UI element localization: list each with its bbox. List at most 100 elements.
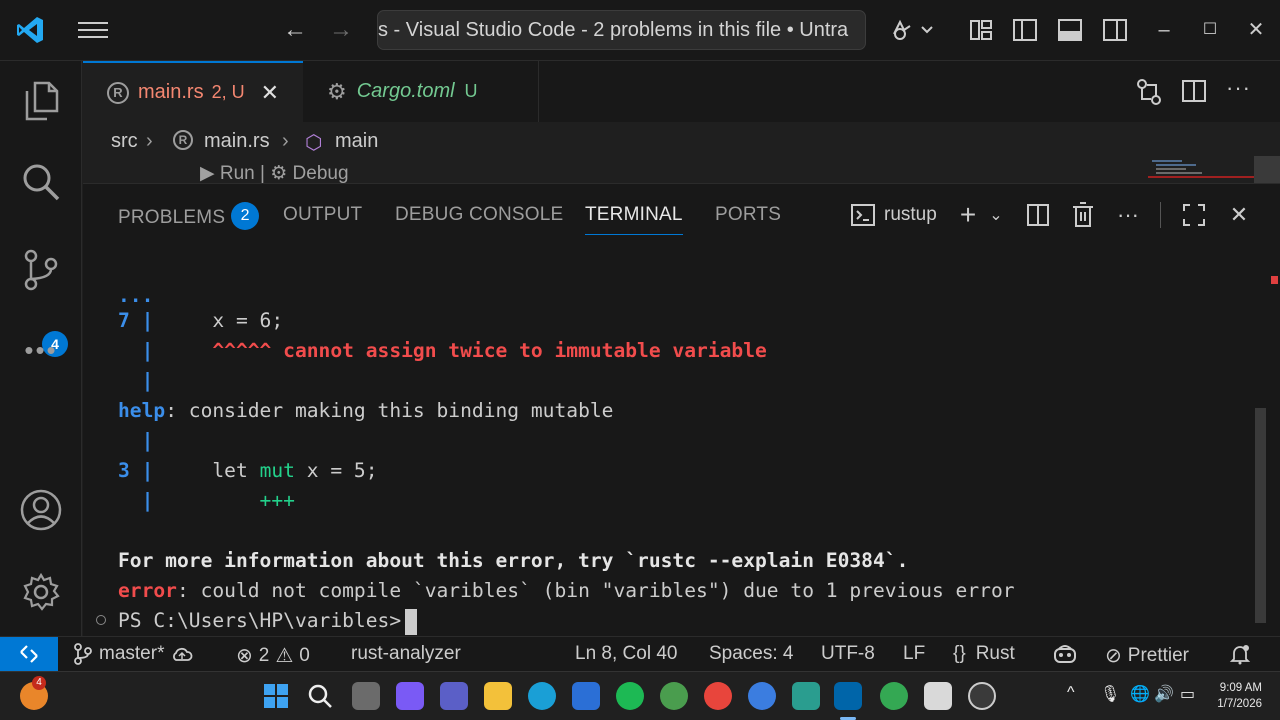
- window-title: s - Visual Studio Code - 2 problems in t…: [378, 19, 849, 41]
- kill-terminal-icon[interactable]: [1069, 200, 1097, 230]
- breadcrumb: src › R main.rs › ⬡ main: [83, 122, 1280, 160]
- volume-icon[interactable]: 🔊: [1154, 684, 1174, 704]
- clock-date: 1/7/2026: [1217, 698, 1262, 710]
- chrome-profile-2-icon[interactable]: [748, 682, 776, 710]
- terminal-cursor: [405, 608, 418, 635]
- toggle-panel-icon[interactable]: [1055, 14, 1085, 46]
- code-text: let: [153, 459, 260, 482]
- tab-ports[interactable]: PORTS: [715, 204, 781, 226]
- tab-problems[interactable]: PROBLEMS 2: [118, 202, 260, 232]
- suggestion-marker: +++: [153, 489, 295, 512]
- snipping-tool-icon[interactable]: [924, 682, 952, 710]
- codelens-run[interactable]: ▶ Run: [200, 163, 255, 184]
- error-label: error: [118, 579, 177, 602]
- close-window-icon[interactable]: ✕: [1241, 16, 1271, 44]
- indentation-status[interactable]: Spaces: 4: [709, 643, 794, 665]
- branch-status[interactable]: master*: [73, 643, 194, 665]
- windows-taskbar: 4 ^ 🎙 🌐 🔊 ▭ 9:09 AM 1/7/2026: [0, 671, 1280, 720]
- clock-time: 9:09 AM: [1219, 682, 1262, 694]
- teams-icon[interactable]: [440, 682, 468, 710]
- close-panel-icon[interactable]: ✕: [1226, 200, 1252, 230]
- maximize-icon[interactable]: ☐: [1195, 16, 1225, 44]
- more-actions-icon[interactable]: ···: [1226, 75, 1251, 101]
- tab-cargo-toml[interactable]: ⚙ Cargo.toml U: [303, 61, 539, 122]
- customize-layout-icon[interactable]: [966, 14, 996, 46]
- problems-status[interactable]: ⊗ 2 ⚠ 0: [236, 643, 310, 668]
- taskbar-search-icon[interactable]: [306, 682, 334, 710]
- more-actions-icon[interactable]: ···: [1113, 200, 1143, 230]
- microphone-icon[interactable]: 🎙: [1100, 684, 1120, 704]
- vscode-taskbar-icon[interactable]: [834, 682, 862, 710]
- tab-terminal[interactable]: TERMINAL: [585, 204, 683, 235]
- eol-status[interactable]: LF: [903, 643, 925, 665]
- breadcrumb-item-src[interactable]: src: [111, 130, 138, 153]
- obs-icon[interactable]: [968, 682, 996, 710]
- rust-analyzer-status[interactable]: rust-analyzer: [351, 643, 461, 665]
- breadcrumb-item-file[interactable]: main.rs: [204, 130, 270, 153]
- terminal-selector[interactable]: rustup: [850, 200, 948, 230]
- maximize-panel-icon[interactable]: [1180, 200, 1208, 230]
- copilot-app-icon[interactable]: [396, 682, 424, 710]
- suggestion-keyword: mut: [259, 459, 295, 482]
- language-mode[interactable]: {} Rust: [953, 643, 1015, 665]
- gutter-bar: |: [118, 369, 154, 392]
- command-decoration-icon[interactable]: [96, 615, 106, 625]
- search-icon[interactable]: [17, 158, 65, 206]
- git-app-icon[interactable]: [792, 682, 820, 710]
- chrome-profile-3-icon[interactable]: [880, 682, 908, 710]
- notifications-bell-icon[interactable]: [1229, 643, 1251, 665]
- source-control-icon[interactable]: [17, 246, 65, 294]
- chevron-down-icon[interactable]: ⌄: [986, 200, 1006, 230]
- manage-gear-icon[interactable]: [17, 568, 65, 616]
- language-name: Rust: [975, 643, 1015, 664]
- toggle-primary-sidebar-icon[interactable]: [1010, 14, 1040, 46]
- more-icon[interactable]: •••: [17, 326, 65, 374]
- split-editor-icon[interactable]: [1181, 79, 1207, 108]
- cursor-position[interactable]: Ln 8, Col 40: [575, 643, 677, 665]
- remote-indicator-icon[interactable]: [0, 637, 58, 671]
- tab-debug-console[interactable]: DEBUG CONSOLE: [395, 204, 563, 226]
- minimize-icon[interactable]: –: [1149, 16, 1179, 44]
- split-terminal-icon[interactable]: [1024, 200, 1052, 230]
- forward-arrow-icon[interactable]: →: [327, 16, 355, 44]
- tray-chevron-up-icon[interactable]: ^: [1067, 684, 1075, 702]
- file-explorer-icon[interactable]: [484, 682, 512, 710]
- store-icon[interactable]: [572, 682, 600, 710]
- task-view-icon[interactable]: [352, 682, 380, 710]
- close-tab-icon[interactable]: ✕: [261, 80, 279, 106]
- open-changes-icon[interactable]: [1135, 77, 1163, 112]
- tab-status: U: [464, 81, 478, 101]
- edge-icon[interactable]: [528, 682, 556, 710]
- tab-output[interactable]: OUTPUT: [283, 204, 362, 226]
- clock[interactable]: 9:09 AM 1/7/2026: [1206, 680, 1262, 712]
- network-globe-icon[interactable]: 🌐: [1130, 684, 1150, 704]
- back-arrow-icon[interactable]: ←: [281, 16, 309, 44]
- terminal-scrollbar[interactable]: [1255, 408, 1266, 623]
- chrome-profile-icon[interactable]: [660, 682, 688, 710]
- application-menu-icon[interactable]: [78, 18, 108, 42]
- encoding-status[interactable]: UTF-8: [821, 643, 875, 665]
- gutter-bar: |: [118, 489, 154, 512]
- line-number-gutter: 7 |: [118, 309, 154, 332]
- copilot-menu-icon[interactable]: [884, 14, 940, 46]
- copilot-status-icon[interactable]: [1052, 643, 1078, 665]
- breadcrumb-item-symbol[interactable]: main: [335, 130, 378, 153]
- new-terminal-icon[interactable]: +: [955, 199, 981, 230]
- chevron-right-icon: ›: [146, 130, 153, 152]
- chrome-icon[interactable]: [704, 682, 732, 710]
- explorer-icon[interactable]: [17, 77, 65, 125]
- editor-tabs: R main.rs 2, U ✕ ⚙ Cargo.toml U ···: [83, 61, 1280, 122]
- battery-icon[interactable]: ▭: [1180, 684, 1195, 704]
- command-center[interactable]: s - Visual Studio Code - 2 problems in t…: [377, 10, 866, 50]
- codelens-separator: |: [260, 163, 265, 184]
- minimap[interactable]: [1148, 156, 1280, 184]
- line-number-gutter: 3 |: [118, 459, 154, 482]
- accounts-icon[interactable]: [17, 486, 65, 534]
- start-button-icon[interactable]: [262, 682, 290, 710]
- toggle-secondary-sidebar-icon[interactable]: [1100, 14, 1130, 46]
- codelens-debug[interactable]: ⚙ Debug: [270, 163, 348, 184]
- spotify-icon[interactable]: [616, 682, 644, 710]
- settings-file-icon: ⚙: [327, 78, 347, 104]
- prettier-status[interactable]: ⊘ Prettier: [1105, 643, 1189, 668]
- tab-main-rs[interactable]: R main.rs 2, U ✕: [83, 61, 303, 122]
